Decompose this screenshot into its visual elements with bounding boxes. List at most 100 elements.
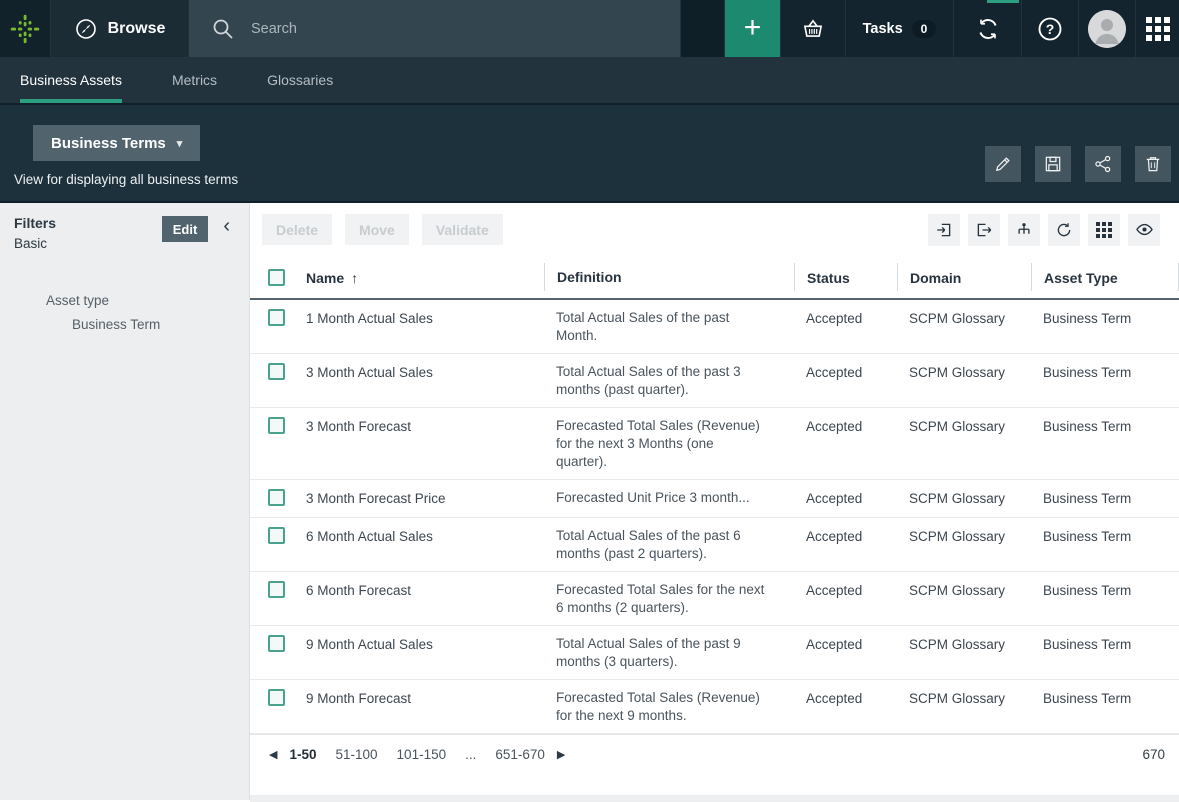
grid-view-button[interactable] bbox=[1088, 214, 1120, 246]
export-button[interactable] bbox=[968, 214, 1000, 246]
edit-filters-button[interactable]: Edit bbox=[162, 216, 209, 242]
view-selector-button[interactable]: Business Terms ▾ bbox=[33, 125, 200, 161]
total-count: 670 bbox=[1142, 747, 1165, 762]
cell-definition: Total Actual Sales of the past 9 months … bbox=[544, 635, 794, 671]
bottom-scrollbar-track[interactable] bbox=[250, 795, 1179, 802]
cell-name[interactable]: 1 Month Actual Sales bbox=[294, 309, 544, 328]
eye-icon bbox=[1135, 220, 1154, 239]
view-options-button[interactable] bbox=[1128, 214, 1160, 246]
tasks-button[interactable]: Tasks 0 bbox=[845, 0, 953, 57]
tab-business-assets[interactable]: Business Assets bbox=[20, 57, 122, 103]
collibra-logo-icon bbox=[9, 13, 41, 45]
tasks-label: Tasks bbox=[863, 21, 903, 37]
table-row[interactable]: 6 Month Actual Sales Total Actual Sales … bbox=[250, 518, 1179, 572]
column-header-domain[interactable]: Domain bbox=[897, 263, 1031, 291]
avatar bbox=[1088, 10, 1126, 48]
row-checkbox[interactable] bbox=[268, 489, 285, 506]
data-basket-button[interactable] bbox=[780, 0, 845, 57]
row-checkbox[interactable] bbox=[268, 417, 285, 434]
column-header-name[interactable]: Name ↑ bbox=[294, 263, 544, 291]
row-checkbox[interactable] bbox=[268, 635, 285, 652]
cell-domain[interactable]: SCPM Glossary bbox=[897, 309, 1031, 328]
basket-icon bbox=[800, 16, 826, 42]
cell-name[interactable]: 9 Month Actual Sales bbox=[294, 635, 544, 654]
content: Filters Basic Edit ‹ Asset type Business… bbox=[0, 203, 1179, 800]
cell-status: Accepted bbox=[794, 581, 897, 600]
column-header-definition[interactable]: Definition bbox=[544, 263, 794, 291]
cell-name[interactable]: 9 Month Forecast bbox=[294, 689, 544, 708]
cell-definition: Total Actual Sales of the past 6 months … bbox=[544, 527, 794, 563]
row-checkbox[interactable] bbox=[268, 689, 285, 706]
refresh-button[interactable] bbox=[1048, 214, 1080, 246]
cell-domain[interactable]: SCPM Glossary bbox=[897, 635, 1031, 654]
toolbar-icons bbox=[928, 214, 1160, 246]
table-row[interactable]: 1 Month Actual Sales Total Actual Sales … bbox=[250, 300, 1179, 354]
pagination-page[interactable]: 651-670 bbox=[495, 747, 545, 762]
cell-domain[interactable]: SCPM Glossary bbox=[897, 417, 1031, 436]
sort-asc-icon[interactable]: ↑ bbox=[351, 269, 358, 287]
table-header-row: Name ↑ Definition Status Domain Asset Ty… bbox=[250, 256, 1179, 300]
save-view-button[interactable] bbox=[1035, 146, 1071, 182]
row-checkbox[interactable] bbox=[268, 527, 285, 544]
cell-definition: Forecasted Total Sales for the next 6 mo… bbox=[544, 581, 794, 617]
cell-status: Accepted bbox=[794, 635, 897, 654]
validate-button[interactable]: Validate bbox=[422, 214, 503, 245]
column-header-status[interactable]: Status bbox=[794, 263, 897, 291]
collapse-sidebar-icon[interactable]: ‹ bbox=[223, 215, 230, 237]
pagination-prev-icon[interactable]: ◀ bbox=[265, 744, 281, 765]
cell-name[interactable]: 6 Month Actual Sales bbox=[294, 527, 544, 546]
pagination: ◀ 1-50 51-100 101-150... 651-670 ▶ 670 bbox=[250, 734, 1179, 774]
table-row[interactable]: 9 Month Forecast Forecasted Total Sales … bbox=[250, 680, 1179, 734]
edit-view-button[interactable] bbox=[985, 146, 1021, 182]
filter-value[interactable]: Business Term bbox=[14, 317, 237, 332]
cell-definition: Forecasted Total Sales (Revenue) for the… bbox=[544, 417, 794, 471]
row-checkbox[interactable] bbox=[268, 309, 285, 326]
cell-name[interactable]: 6 Month Forecast bbox=[294, 581, 544, 600]
cell-name[interactable]: 3 Month Actual Sales bbox=[294, 363, 544, 382]
column-header-asset-type[interactable]: Asset Type bbox=[1031, 263, 1179, 291]
move-button[interactable]: Move bbox=[345, 214, 409, 245]
row-checkbox[interactable] bbox=[268, 363, 285, 380]
pagination-page[interactable]: 101-150 bbox=[397, 747, 447, 762]
row-checkbox[interactable] bbox=[268, 581, 285, 598]
app-logo[interactable] bbox=[0, 0, 50, 57]
import-button[interactable] bbox=[928, 214, 960, 246]
cell-asset-type: Business Term bbox=[1031, 689, 1179, 708]
table-row[interactable]: 3 Month Forecast Price Forecasted Unit P… bbox=[250, 480, 1179, 518]
sync-button[interactable] bbox=[953, 0, 1021, 57]
pagination-page[interactable]: 1-50 bbox=[289, 747, 316, 762]
global-search[interactable] bbox=[188, 0, 680, 57]
cell-status: Accepted bbox=[794, 363, 897, 382]
cell-name[interactable]: 3 Month Forecast bbox=[294, 417, 544, 436]
apps-menu-button[interactable] bbox=[1135, 0, 1179, 57]
cell-domain[interactable]: SCPM Glossary bbox=[897, 689, 1031, 708]
tasks-count-badge: 0 bbox=[912, 20, 937, 38]
help-button[interactable]: ? bbox=[1021, 0, 1078, 57]
share-view-button[interactable] bbox=[1085, 146, 1121, 182]
search-input[interactable] bbox=[251, 21, 579, 37]
table-row[interactable]: 6 Month Forecast Forecasted Total Sales … bbox=[250, 572, 1179, 626]
pagination-ellipsis: ... bbox=[465, 747, 476, 762]
cell-domain[interactable]: SCPM Glossary bbox=[897, 363, 1031, 382]
pagination-next-icon[interactable]: ▶ bbox=[553, 744, 569, 765]
table-row[interactable]: 3 Month Actual Sales Total Actual Sales … bbox=[250, 354, 1179, 408]
tab-metrics[interactable]: Metrics bbox=[172, 57, 217, 103]
delete-button[interactable]: Delete bbox=[262, 214, 332, 245]
cell-status: Accepted bbox=[794, 527, 897, 546]
cell-name[interactable]: 3 Month Forecast Price bbox=[294, 489, 544, 508]
browse-menu[interactable]: Browse bbox=[50, 0, 188, 57]
create-asset-button[interactable]: + bbox=[724, 0, 780, 57]
table-row[interactable]: 3 Month Forecast Forecasted Total Sales … bbox=[250, 408, 1179, 480]
pagination-page[interactable]: 51-100 bbox=[336, 747, 378, 762]
hierarchy-button[interactable] bbox=[1008, 214, 1040, 246]
user-menu[interactable] bbox=[1078, 0, 1135, 57]
search-icon bbox=[211, 17, 235, 41]
view-header: Business Terms ▾ View for displaying all… bbox=[0, 105, 1179, 203]
tab-glossaries[interactable]: Glossaries bbox=[267, 57, 333, 103]
delete-view-button[interactable] bbox=[1135, 146, 1171, 182]
cell-domain[interactable]: SCPM Glossary bbox=[897, 527, 1031, 546]
select-all-checkbox[interactable] bbox=[268, 269, 285, 286]
cell-domain[interactable]: SCPM Glossary bbox=[897, 581, 1031, 600]
table-row[interactable]: 9 Month Actual Sales Total Actual Sales … bbox=[250, 626, 1179, 680]
cell-domain[interactable]: SCPM Glossary bbox=[897, 489, 1031, 508]
